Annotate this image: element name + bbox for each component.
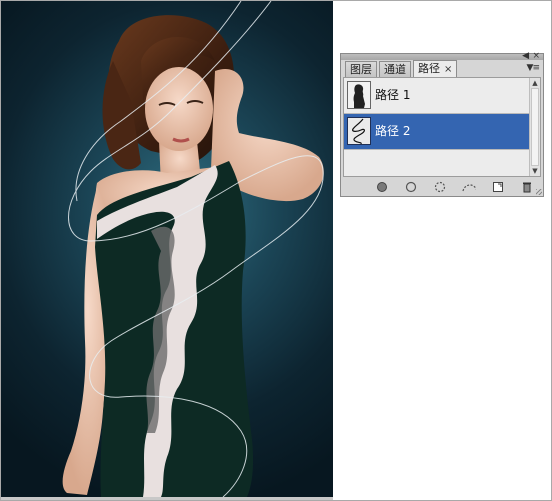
path-row-selected[interactable]: 路径 2 [344,114,529,150]
scroll-up-arrow-icon[interactable]: ▲ [530,78,540,88]
path-name: 路径 2 [375,124,411,138]
photo-illustration [62,1,324,497]
path-name: 路径 1 [375,88,411,102]
photo-canvas[interactable] [1,1,333,497]
close-icon[interactable]: × [532,52,540,61]
panel-tabs: 图层 通道 路径 × [345,60,459,77]
make-work-path-icon[interactable] [461,180,476,194]
paths-toolbar [343,179,541,195]
tab-label: 路径 [418,62,440,75]
delete-path-icon[interactable] [520,180,534,194]
double-chevron-left-icon[interactable]: ◀ [522,52,529,61]
path-row[interactable]: 路径 1 [344,78,529,114]
canvas-bottom-edge [1,497,333,500]
paths-panel: ◀ × 图层 通道 路径 × ▼≡ 路径 1 路径 2 ▲ ▼ [340,52,544,197]
scroll-thumb[interactable] [531,88,539,166]
path-thumbnail [347,117,371,145]
load-as-selection-icon[interactable] [433,180,447,194]
path-thumbnail [347,81,371,109]
fill-path-icon[interactable] [375,180,389,194]
tab-paths[interactable]: 路径 × [413,60,458,77]
panel-menu-icon[interactable]: ▼≡ [527,63,541,73]
new-path-icon[interactable] [491,180,505,194]
stroke-path-icon[interactable] [404,180,418,194]
tab-layers[interactable]: 图层 [345,61,377,77]
tab-label: 图层 [350,63,372,76]
scroll-down-arrow-icon[interactable]: ▼ [530,166,540,176]
tab-label: 通道 [384,63,406,76]
tab-close-icon[interactable]: × [444,64,452,75]
list-scrollbar[interactable]: ▲ ▼ [529,78,540,176]
tab-channels[interactable]: 通道 [379,61,411,77]
paths-list: 路径 1 路径 2 ▲ ▼ [343,77,541,177]
resize-grip[interactable] [536,189,542,195]
